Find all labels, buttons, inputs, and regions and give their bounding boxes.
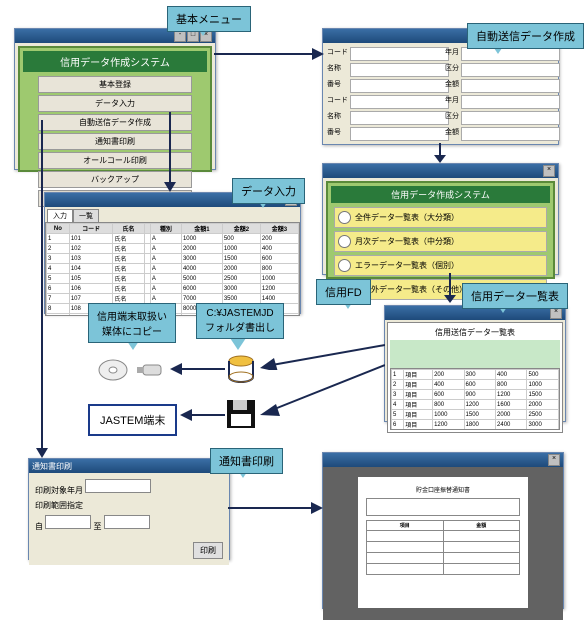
titlebar: × xyxy=(323,164,558,178)
close-btn[interactable]: × xyxy=(548,454,560,466)
table-row: 6項目1200180024003000 xyxy=(392,420,559,430)
data-grid[interactable]: Noコード氏名種別金額1金額2金額31101氏名A10005002002102氏… xyxy=(45,222,300,316)
flow-arrow xyxy=(32,120,52,458)
form-input[interactable] xyxy=(461,47,560,61)
callout-copy-media: 信用端末取扱い 媒体にコピー xyxy=(88,303,176,343)
callout-credit-list: 信用データ一覧表 xyxy=(462,283,568,309)
flow-arrow xyxy=(160,112,180,192)
table-row[interactable]: 7107氏名A700035001400 xyxy=(47,294,299,304)
titlebar: × xyxy=(323,453,563,467)
doc-title: 貯金口座振替通知書 xyxy=(366,485,520,494)
callout-notice-print: 通知書印刷 xyxy=(210,448,283,474)
flow-arrow xyxy=(260,360,385,420)
year-month-input[interactable] xyxy=(85,479,151,493)
table-row: 7項目1400210028003500 xyxy=(392,430,559,431)
label: 印刷範囲指定 xyxy=(35,501,83,510)
flow-arrow xyxy=(430,143,450,163)
credit-list-window: × 信用送信データ一覧表 1項目2003004005002項目400600800… xyxy=(384,305,566,422)
table-row: 3項目60090012001500 xyxy=(392,390,559,400)
jastem-terminal-label: JASTEM端末 xyxy=(88,404,177,436)
cd-icon xyxy=(95,355,135,385)
table-row: 1項目200300400500 xyxy=(392,370,559,380)
table-row[interactable]: 4104氏名A40002000800 xyxy=(47,264,299,274)
form-input[interactable] xyxy=(461,95,560,109)
flow-arrow xyxy=(228,498,323,518)
table-row[interactable]: 2102氏名A20001000400 xyxy=(47,244,299,254)
callout-data-input: データ入力 xyxy=(232,178,305,204)
doc-preview-window: × 貯金口座振替通知書 項目金額 xyxy=(322,452,564,609)
report-header-band xyxy=(390,340,560,368)
usb-icon xyxy=(135,355,170,385)
database-icon xyxy=(225,355,260,385)
callout-credit-fd: 信用FD xyxy=(316,279,371,305)
radio-option[interactable]: 全件データ一覧表（大分類） xyxy=(334,207,547,228)
print-dialog-window: 通知書印刷× 印刷対象年月 印刷範囲指定 自 至 印刷 xyxy=(28,458,230,560)
table-row[interactable]: 3103氏名A30001500600 xyxy=(47,254,299,264)
radio-select-window: × 信用データ作成システム 全件データ一覧表（大分類） 月次データ一覧表（中分類）… xyxy=(322,163,559,275)
form-grid: コード年月名称区分番号金額コード年月名称区分番号金額 xyxy=(323,43,558,145)
menu-item[interactable]: 基本登録 xyxy=(38,76,191,93)
form-input[interactable] xyxy=(461,127,560,141)
to-input[interactable] xyxy=(104,515,150,529)
table-row: 5項目1000150020002500 xyxy=(392,410,559,420)
callout-folder-out: C:¥JASTEMJD フォルダ書出し xyxy=(196,303,284,339)
callout-auto-send: 自動送信データ作成 xyxy=(467,23,584,49)
label: 印刷対象年月 xyxy=(35,486,83,495)
form-input[interactable] xyxy=(350,63,449,77)
table-row[interactable]: 5105氏名A500025001000 xyxy=(47,274,299,284)
flow-arrow xyxy=(440,273,460,303)
callout-basic-menu: 基本メニュー xyxy=(167,6,251,32)
flow-arrow xyxy=(170,362,225,377)
tab[interactable]: 一覧 xyxy=(73,209,99,222)
report-title: 信用送信データ一覧表 xyxy=(392,327,558,338)
form-input[interactable] xyxy=(350,95,449,109)
table-row[interactable]: 6106氏名A600030001200 xyxy=(47,284,299,294)
table-row: 2項目4006008001000 xyxy=(392,380,559,390)
form-input[interactable] xyxy=(461,63,560,77)
callout-tail xyxy=(230,338,246,350)
table-row[interactable]: 1101氏名A1000500200 xyxy=(47,234,299,244)
from-input[interactable] xyxy=(45,515,91,529)
flow-arrow xyxy=(180,408,225,423)
form-input[interactable] xyxy=(461,111,560,125)
form-input[interactable] xyxy=(350,47,449,61)
system-title: 信用データ作成システム xyxy=(23,51,207,72)
flow-arrow xyxy=(214,42,324,72)
form-input[interactable] xyxy=(350,79,449,93)
form-input[interactable] xyxy=(350,111,449,125)
floppy-icon xyxy=(225,398,259,432)
titlebar: 通知書印刷× xyxy=(29,459,229,473)
system-title: 信用データ作成システム xyxy=(331,186,550,203)
radio-option[interactable]: 月次データ一覧表（中分類） xyxy=(334,231,547,252)
close-btn[interactable]: × xyxy=(543,165,555,177)
data-input-window: × 入力一覧 Noコード氏名種別金額1金額2金額31101氏名A10005002… xyxy=(44,192,301,314)
menu-item[interactable]: データ入力 xyxy=(38,95,191,112)
print-button[interactable]: 印刷 xyxy=(193,542,223,559)
table-row: 4項目800120016002000 xyxy=(392,400,559,410)
form-input[interactable] xyxy=(350,127,449,141)
form-input[interactable] xyxy=(461,79,560,93)
